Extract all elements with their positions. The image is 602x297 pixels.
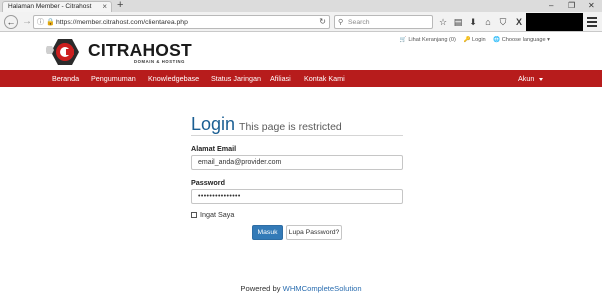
nav-item-kontak-kami[interactable]: Kontak Kami: [304, 70, 345, 87]
nav-item-beranda[interactable]: Beranda: [52, 70, 79, 87]
email-field[interactable]: email_anda@provider.com: [191, 155, 403, 170]
reload-icon[interactable]: ↻: [319, 16, 326, 28]
tab-strip: Halaman Member - Citrahost × + – ❐ ✕: [0, 0, 602, 12]
title-divider: [191, 135, 403, 136]
logo-text: CITRAHOST: [88, 40, 192, 60]
browser-tab[interactable]: Halaman Member - Citrahost ×: [2, 1, 112, 12]
password-field[interactable]: •••••••••••••••: [191, 189, 403, 204]
language-label: Choose language: [501, 37, 546, 43]
forgot-password-button[interactable]: Lupa Password?: [286, 225, 342, 240]
password-label: Password: [191, 178, 225, 187]
login-link[interactable]: 🔑 Login: [463, 37, 485, 43]
powered-by-text: Powered by: [240, 284, 281, 293]
email-label: Alamat Email: [191, 144, 237, 153]
nav-item-afiliasi[interactable]: Afiliasi: [270, 70, 291, 87]
close-window-button[interactable]: ✕: [588, 0, 595, 11]
back-icon[interactable]: ←: [4, 15, 18, 29]
page-title: Login This page is restricted: [191, 114, 342, 135]
login-subheading: This page is restricted: [239, 121, 342, 133]
maximize-button[interactable]: ❐: [568, 0, 575, 11]
new-tab-button[interactable]: +: [117, 0, 123, 11]
reading-list-icon[interactable]: ▤: [452, 15, 464, 29]
logo-mark-icon: [45, 39, 79, 65]
menu-icon[interactable]: [587, 15, 597, 29]
login-label: Login: [471, 37, 486, 43]
cart-link[interactable]: 🛒 Lihat Keranjang (0): [400, 37, 456, 43]
main-nav: Beranda Pengumuman Knowledgebase Status …: [0, 70, 602, 87]
x-extension-icon[interactable]: X: [513, 15, 525, 29]
login-button[interactable]: Masuk: [252, 225, 283, 240]
account-menu[interactable]: Akun: [518, 70, 544, 87]
nav-item-pengumuman[interactable]: Pengumuman: [91, 70, 136, 87]
remember-label: Ingat Saya: [200, 210, 235, 219]
caret-down-icon: [539, 77, 544, 81]
nav-item-status-jaringan[interactable]: Status Jaringan: [211, 70, 261, 87]
star-icon[interactable]: ☆: [437, 15, 449, 29]
remember-checkbox[interactable]: [191, 212, 197, 218]
site-info-icon[interactable]: ⓘ 🔒: [37, 17, 55, 28]
home-icon[interactable]: ⌂: [482, 15, 494, 29]
search-icon: ⚲: [338, 19, 344, 26]
citrahost-logo[interactable]: CITRAHOST DOMAIN & HOSTING: [45, 37, 206, 67]
forward-icon[interactable]: →: [20, 15, 34, 29]
url-text[interactable]: https://member.citrahost.com/clientarea.…: [56, 17, 188, 28]
search-bar[interactable]: ⚲ Search: [334, 15, 433, 29]
browser-toolbar: ← → ⓘ 🔒 https://member.citrahost.com/cli…: [0, 12, 602, 32]
pocket-icon[interactable]: ⛉: [497, 15, 509, 29]
minimize-button[interactable]: –: [549, 0, 553, 11]
cart-label: Lihat Keranjang (0): [408, 37, 456, 43]
whmcs-link[interactable]: WHMCompleteSolution: [283, 284, 362, 293]
login-heading: Login: [191, 114, 236, 134]
logo-subtext: DOMAIN & HOSTING: [134, 59, 186, 64]
nav-item-knowledgebase[interactable]: Knowledgebase: [148, 70, 199, 87]
tab-close-icon[interactable]: ×: [102, 2, 107, 12]
search-placeholder: Search: [348, 19, 370, 26]
account-label: Akun: [518, 74, 535, 83]
top-links: 🛒 Lihat Keranjang (0) 🔑 Login 🌐 Choose l…: [394, 37, 550, 43]
download-icon[interactable]: ⬇: [467, 15, 479, 29]
redacted-area: [526, 13, 583, 31]
address-bar[interactable]: ⓘ 🔒 https://member.citrahost.com/clienta…: [33, 15, 330, 29]
language-link[interactable]: 🌐 Choose language ▾: [493, 37, 550, 43]
tab-title: Halaman Member - Citrahost: [8, 3, 92, 10]
remember-me[interactable]: Ingat Saya: [191, 210, 234, 219]
footer: Powered by WHMCompleteSolution: [0, 284, 602, 293]
